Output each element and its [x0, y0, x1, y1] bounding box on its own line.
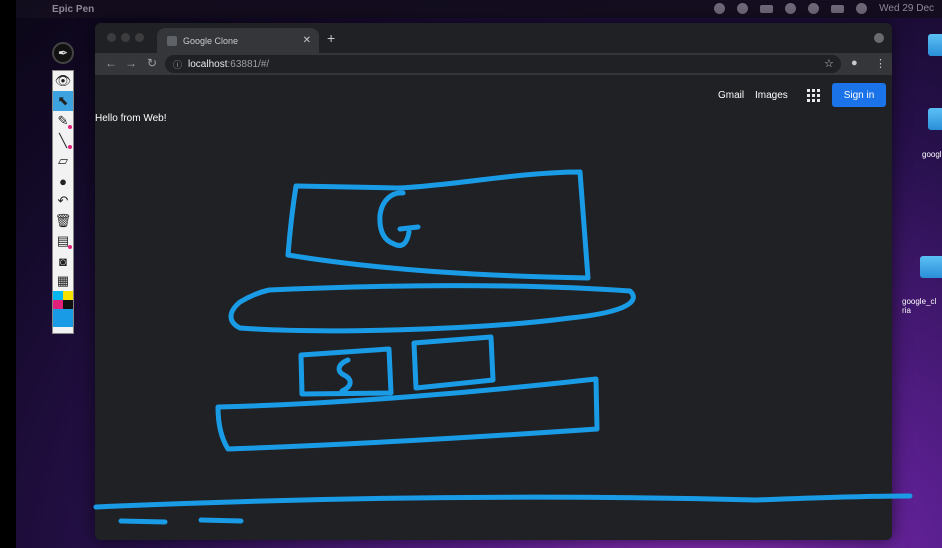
current-color-swatch[interactable]: [53, 309, 73, 327]
cursor-icon[interactable]: ⬉: [53, 91, 73, 111]
back-icon[interactable]: ←: [105, 56, 117, 70]
line-icon[interactable]: ╲: [53, 131, 73, 151]
status-tray: Wed 29 Dec: [714, 3, 934, 14]
desktop-folder-icon[interactable]: [920, 256, 942, 278]
spotlight-icon[interactable]: [808, 3, 820, 14]
minimize-window-icon[interactable]: [121, 33, 130, 42]
color-palette[interactable]: [53, 291, 73, 309]
page-content: Hello from Web! Gmail Images Sign in: [95, 75, 892, 540]
browser-toolbar: ← → ↻ ⓘ localhost :63881/#/ ☆ ● ⋮: [95, 53, 892, 75]
menu-bar: Epic Pen Wed 29 Dec: [16, 0, 942, 18]
desktop-folder-icon[interactable]: [928, 108, 942, 130]
undo-icon[interactable]: ↶: [53, 191, 73, 211]
control-center-icon[interactable]: [831, 4, 845, 13]
address-bar[interactable]: ⓘ localhost :63881/#/: [165, 55, 841, 73]
close-window-icon[interactable]: [107, 33, 116, 42]
browser-window: Google Clone ✕ + ← → ↻ ⓘ localhost :6388…: [95, 23, 892, 540]
url-host: localhost: [188, 58, 228, 70]
hello-text: Hello from Web!: [95, 113, 167, 124]
gmail-link[interactable]: Gmail: [718, 90, 744, 101]
eye-icon[interactable]: 👁: [53, 71, 73, 91]
board-icon[interactable]: ▤: [53, 231, 73, 251]
info-icon[interactable]: [737, 3, 749, 14]
active-app-name[interactable]: Epic Pen: [52, 4, 94, 15]
url-path: :63881/#/: [227, 58, 270, 70]
browser-tab[interactable]: Google Clone ✕: [157, 28, 319, 53]
desktop-folder-icon[interactable]: [928, 34, 942, 56]
bookmark-star-icon[interactable]: ☆: [824, 57, 834, 70]
profile-icon[interactable]: ●: [851, 57, 858, 69]
tab-title: Google Clone: [183, 35, 239, 46]
images-link[interactable]: Images: [755, 90, 788, 101]
tab-search-icon[interactable]: [874, 33, 884, 43]
sign-in-button[interactable]: Sign in: [832, 83, 886, 107]
eraser-icon[interactable]: ▱: [53, 151, 73, 171]
reload-icon[interactable]: ↻: [147, 56, 157, 70]
battery-icon[interactable]: [760, 4, 774, 13]
wifi-icon[interactable]: [785, 3, 797, 14]
favicon-icon: [167, 35, 177, 46]
apps-grid-icon[interactable]: [807, 89, 820, 102]
close-tab-icon[interactable]: ✕: [303, 35, 311, 46]
new-tab-icon[interactable]: +: [327, 30, 335, 46]
record-icon[interactable]: [714, 3, 726, 14]
dot-icon[interactable]: ●: [53, 171, 73, 191]
forward-icon[interactable]: →: [125, 56, 137, 70]
kebab-menu-icon[interactable]: ⋮: [875, 57, 886, 70]
pen-icon[interactable]: ✎: [53, 111, 73, 131]
desktop-item-label: google_cl ria: [902, 297, 937, 315]
tab-bar: Google Clone ✕ +: [95, 23, 892, 53]
trash-icon[interactable]: 🗑: [53, 211, 73, 231]
camera-icon[interactable]: ◙: [53, 251, 73, 271]
menu-clock[interactable]: Wed 29 Dec: [879, 3, 934, 14]
zoom-window-icon[interactable]: [135, 33, 144, 42]
epic-pen-logo-icon[interactable]: ✒: [52, 42, 74, 64]
siri-icon[interactable]: [856, 3, 868, 14]
clipboard-icon[interactable]: ▦: [53, 271, 73, 291]
desktop-item-label: googl: [922, 150, 942, 159]
epic-pen-toolbar: 👁 ⬉ ✎ ╲ ▱ ● ↶ 🗑 ▤ ◙ ▦: [52, 70, 74, 334]
left-edge: [0, 0, 16, 548]
site-info-icon[interactable]: ⓘ: [173, 58, 182, 71]
